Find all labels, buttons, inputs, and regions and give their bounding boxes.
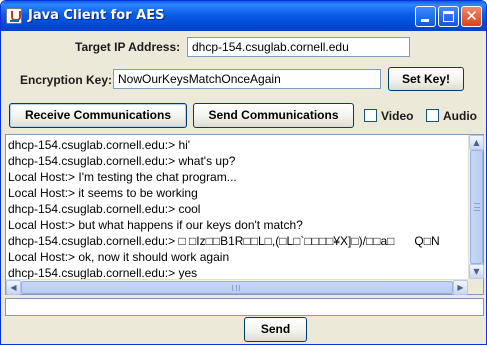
chat-line: dhcp-154.csuglab.cornell.edu:> □ □Iz□□B1… [8,234,440,248]
vertical-scrollbar[interactable]: ▲ ▼ [468,135,484,279]
close-button[interactable]: ✕ [461,6,482,27]
title-bar[interactable]: Java Client for AES ✕ [1,1,486,31]
close-icon: ✕ [465,7,478,25]
chat-lines: dhcp-154.csuglab.cornell.edu:> hi' dhcp-… [8,137,468,281]
send-communications-button[interactable]: Send Communications [193,103,354,128]
chat-line: dhcp-154.csuglab.cornell.edu:> hi' [8,138,191,152]
chat-line: Local Host:> but what happens if our key… [8,218,303,232]
maximize-icon [443,11,454,22]
encryption-key-field[interactable]: NowOurKeysMatchOnceAgain [113,69,381,89]
scroll-left-icon[interactable]: ◀ [6,280,21,295]
message-input[interactable] [5,298,484,316]
video-checkbox[interactable] [364,109,377,122]
window-title: Java Client for AES [28,8,165,23]
video-label[interactable]: Video [381,109,413,123]
minimize-icon [421,19,429,22]
scroll-down-icon[interactable]: ▼ [469,264,484,279]
chat-line: Local Host:> I'm testing the chat progra… [8,170,237,184]
grip-icon [474,203,480,211]
chat-line: Local Host:> ok, now it should work agai… [8,250,230,264]
maximize-button[interactable] [438,6,459,27]
horizontal-scrollbar[interactable]: ◀ ▶ [6,279,468,295]
audio-checkbox[interactable] [426,109,439,122]
receive-communications-button[interactable]: Receive Communications [9,103,187,128]
chat-line: dhcp-154.csuglab.cornell.edu:> cool [8,202,201,216]
app-window: Java Client for AES ✕ Target IP Address:… [0,0,487,345]
vertical-scroll-thumb[interactable] [470,150,483,264]
java-cup-icon [6,8,22,24]
send-button[interactable]: Send [244,317,307,342]
target-ip-label: Target IP Address: [75,40,181,54]
scroll-up-icon[interactable]: ▲ [469,135,484,150]
chat-line: dhcp-154.csuglab.cornell.edu:> what's up… [8,154,236,168]
scroll-corner [468,279,483,294]
horizontal-scroll-thumb[interactable] [21,281,453,294]
encryption-key-label: Encryption Key: [20,73,113,87]
audio-label[interactable]: Audio [443,109,477,123]
target-ip-field[interactable]: dhcp-154.csuglab.cornell.edu [187,37,410,57]
minimize-button[interactable] [415,6,436,27]
scroll-right-icon[interactable]: ▶ [453,280,468,295]
grip-icon [232,285,240,291]
set-key-button[interactable]: Set Key! [388,67,464,91]
chat-line: Local Host:> it seems to be working [8,186,198,200]
chat-log[interactable]: dhcp-154.csuglab.cornell.edu:> hi' dhcp-… [5,134,484,295]
